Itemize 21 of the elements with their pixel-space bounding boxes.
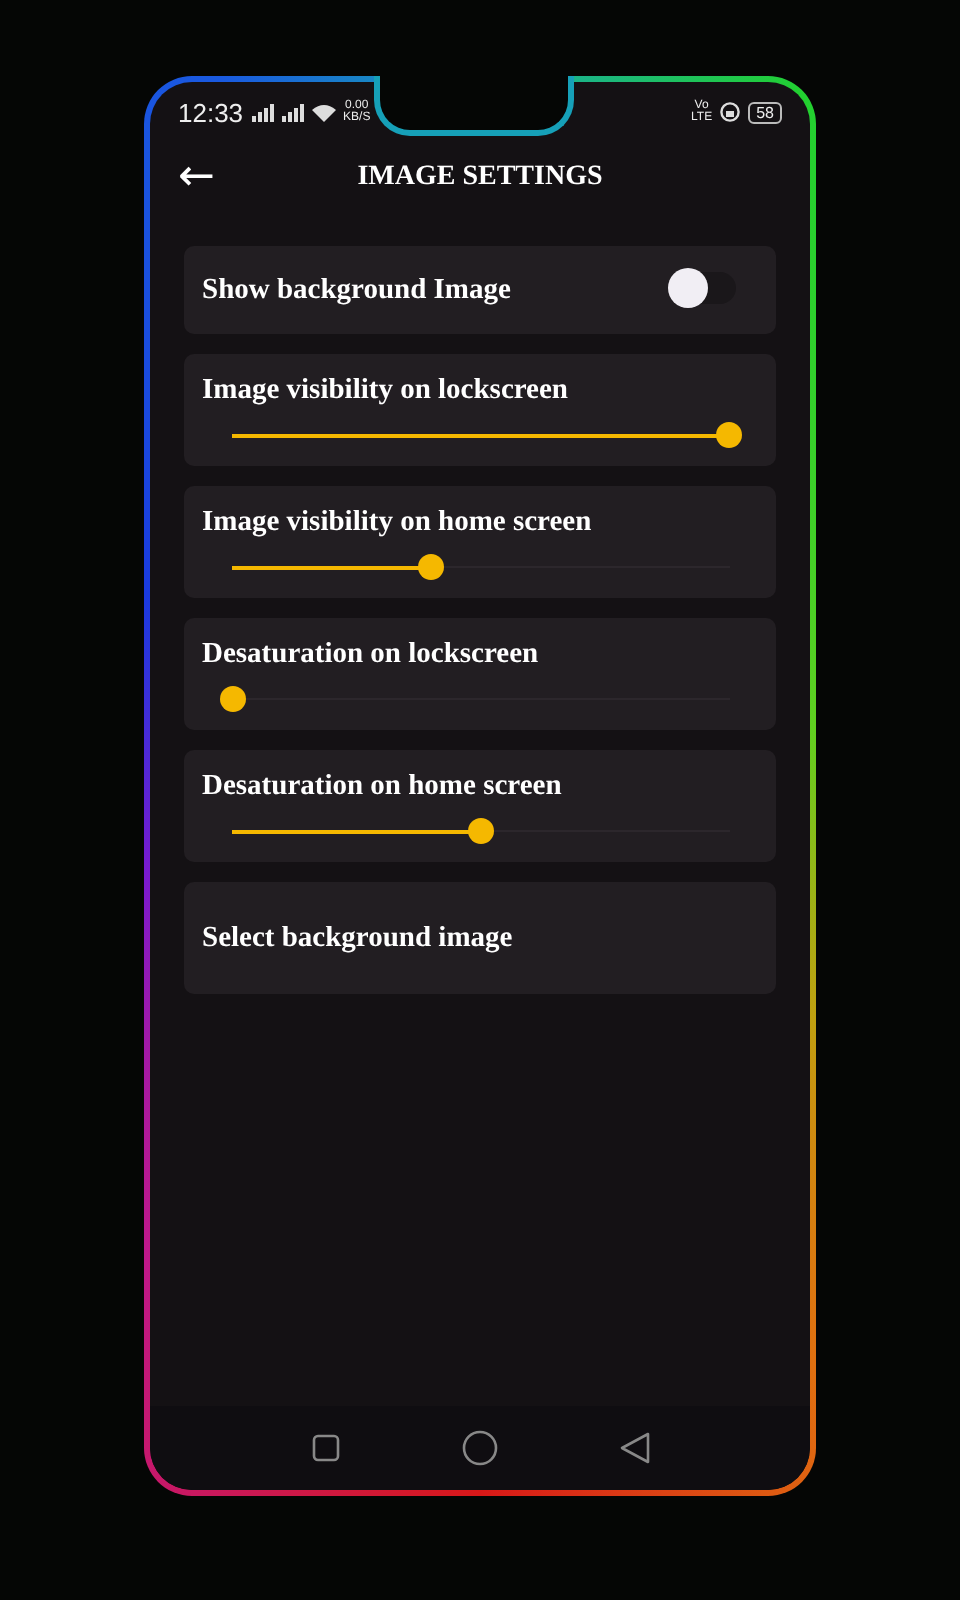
setting-label: Desaturation on home screen: [202, 770, 564, 804]
select-image-button[interactable]: Select background image: [184, 882, 776, 994]
signal-icon: [281, 103, 304, 121]
slider-thumb[interactable]: [468, 818, 494, 844]
slider-thumb[interactable]: [418, 554, 445, 580]
battery-level: 58: [748, 101, 782, 123]
back-icon[interactable]: [619, 1432, 649, 1464]
back-button[interactable]: ←: [170, 154, 223, 202]
setting-label: Image visibility on home screen: [202, 506, 594, 540]
setting-label: Show background Image: [202, 273, 511, 307]
lock-icon: [720, 102, 741, 122]
signal-icon: [251, 103, 274, 121]
slider-thumb[interactable]: [220, 686, 246, 712]
slider-thumb[interactable]: [716, 422, 742, 448]
setting-label: Desaturation on lockscreen: [202, 638, 541, 672]
wifi-icon: [311, 103, 336, 121]
home-icon[interactable]: [461, 1430, 497, 1466]
recents-icon[interactable]: [311, 1434, 339, 1462]
status-time: 12:33: [178, 97, 244, 127]
setting-label: Image visibility on lockscreen: [202, 374, 570, 408]
screen-title: IMAGE SETTINGS: [357, 162, 603, 194]
